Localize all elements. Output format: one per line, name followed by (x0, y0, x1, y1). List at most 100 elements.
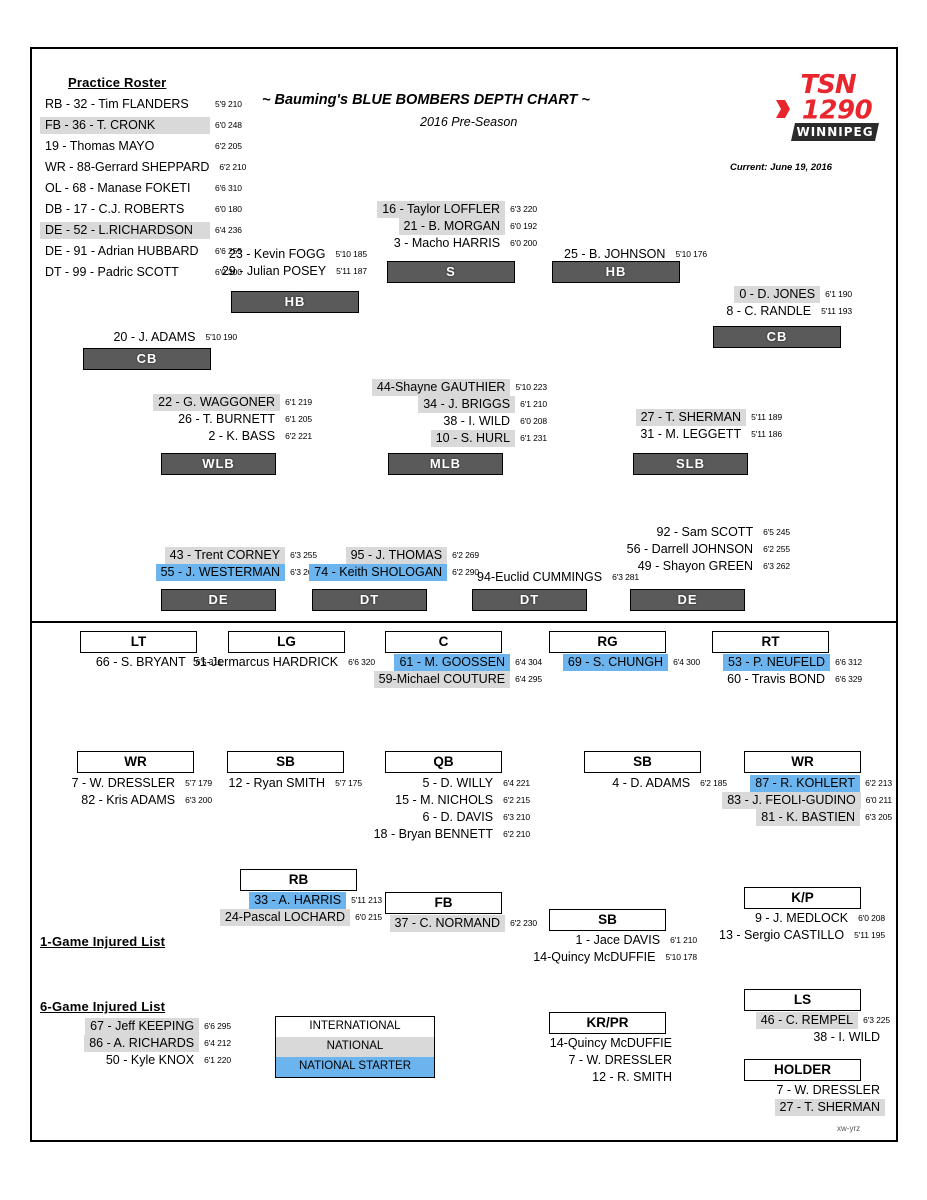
player-name: 7 - W. DRESSLER (568, 1053, 673, 1067)
position-box-sb-bottom: SB (549, 909, 666, 931)
player-row: 95 - J. THOMAS 6'2 269 (319, 547, 479, 564)
player-row: 4 - D. ADAMS 6'2 185 (567, 775, 727, 792)
player-measurements: 5'10 176 (675, 249, 707, 259)
group-safety: 16 - Taylor LOFFLER 6'3 220 21 - B. MORGAN… (377, 201, 537, 252)
player-measurements: 6'3 205 (865, 812, 892, 822)
player-row: 44-Shayne GAUTHIER 5'10 223 (371, 379, 547, 396)
position-box-kp: K/P (744, 887, 861, 909)
player-measurements: 5'11 189 (751, 412, 782, 422)
six-game-injured-title: 6-Game Injured List (40, 999, 166, 1014)
player-name: 46 - C. REMPEL (755, 1012, 859, 1029)
player-name: 50 - Kyle KNOX (105, 1053, 195, 1067)
position-box-dt-left: DT (312, 589, 427, 611)
player-row: 27 - T. SHERMAN (725, 1099, 890, 1116)
player-row: 12 - R. SMITH (542, 1069, 677, 1086)
player-name: 44-Shayne GAUTHIER (371, 379, 511, 396)
position-box-s: S (387, 261, 515, 283)
player-row: 9 - J. MEDLOCK 6'0 208 (710, 910, 885, 927)
player-row: 13 - Sergio CASTILLO 5'11 195 (710, 927, 885, 944)
player-name: 92 - Sam SCOTT (656, 525, 754, 539)
player-name: 10 - S. HURL (430, 430, 516, 447)
player-name: DE - 52 - L.RICHARDSON (40, 222, 210, 239)
player-row: 46 - C. REMPEL 6'3 225 (725, 1012, 890, 1029)
player-row: 16 - Taylor LOFFLER 6'3 220 (377, 201, 537, 218)
player-row: 7 - W. DRESSLER 5'7 179 (52, 775, 213, 792)
player-row: 55 - J. WESTERMAN 6'3 260 (155, 564, 317, 581)
player-name: 8 - C. RANDLE (726, 304, 812, 318)
legend-row-i: INTERNATIONAL (309, 1020, 401, 1032)
player-measurements: 6'4 300 (673, 657, 700, 667)
player-row: 31 - M. LEGGETT 5'11 186 (622, 426, 782, 443)
position-box-krpr: KR/PR (549, 1012, 666, 1034)
group-dt-left: 95 - J. THOMAS 6'2 269 74 - Keith SHOLOGAN… (309, 547, 479, 581)
player-name: 33 - A. HARRIS (249, 892, 347, 909)
group-de-left: 43 - Trent CORNEY 6'3 255 55 - J. WESTERMA… (155, 547, 317, 581)
player-measurements: 6'6 310 (215, 183, 242, 193)
section-divider (32, 621, 896, 623)
tsn-logo-icon: TSN 1290 WINNIPEG (772, 70, 882, 141)
player-row: 92 - Sam SCOTT 6'5 245 (620, 524, 791, 541)
player-name: 74 - Keith SHOLOGAN (309, 564, 448, 581)
position-box-ls: LS (744, 989, 861, 1011)
group-sb-left: 12 - Ryan SMITH 5'7 175 (207, 775, 363, 792)
player-name: 16 - Taylor LOFFLER (377, 201, 506, 218)
player-row: 51-Jermarcus HARDRICK 6'6 320 (193, 654, 375, 671)
player-measurements: 6'0 180 (215, 204, 242, 214)
player-name: 81 - K. BASTIEN (756, 809, 861, 826)
player-row: 20 - J. ADAMS 5'10 190 (87, 329, 237, 346)
player-measurements: 6'6 312 (835, 657, 862, 667)
player-row: 50 - Kyle KNOX 6'1 220 (36, 1052, 231, 1069)
player-row: 18 - Bryan BENNETT 6'2 210 (370, 826, 531, 843)
position-box-de-right: DE (630, 589, 745, 611)
player-name: 51-Jermarcus HARDRICK (192, 655, 339, 669)
player-row: 10 - S. HURL 6'1 231 (387, 430, 547, 447)
player-name: 6 - D. DAVIS (422, 810, 494, 824)
player-measurements: 6'2 210 (503, 829, 530, 839)
practice-roster-row: DE - 52 - L.RICHARDSON 6'4 236 (40, 220, 246, 241)
player-measurements: 6'1 205 (285, 414, 312, 424)
player-row: 24-Pascal LOCHARD 6'0 215 (217, 909, 382, 926)
position-box-rt: RT (712, 631, 829, 653)
player-name: 49 - Shayon GREEN (637, 559, 754, 573)
player-name: 7 - W. DRESSLER (71, 776, 176, 790)
player-name: 59-Michael COUTURE (373, 671, 511, 688)
player-name: 1 - Jace DAVIS (575, 933, 661, 947)
player-row: 87 - R. KOHLERT 6'2 213 (722, 775, 892, 792)
group-wr-right: 87 - R. KOHLERT 6'2 213 83 - J. FEOLI-GUDI… (722, 775, 892, 826)
player-measurements: 6'1 220 (204, 1055, 231, 1065)
player-name: RB - 32 - Tim FLANDERS (45, 97, 189, 111)
position-box-cb-right: CB (713, 326, 841, 348)
group-fb: 37 - C. NORMAND 6'2 230 (372, 915, 537, 932)
position-box-dt-right: DT (472, 589, 587, 611)
depth-chart-sheet: ~ Bauming's BLUE BOMBERS DEPTH CHART ~ 2… (30, 47, 898, 1142)
player-measurements: 6'4 236 (215, 225, 242, 235)
player-row: 21 - B. MORGAN 6'0 192 (387, 218, 537, 235)
player-measurements: 6'6 329 (835, 674, 862, 684)
practice-roster-row: FB - 36 - T. CRONK 6'0 248 (40, 115, 246, 136)
practice-roster-list: RB - 32 - Tim FLANDERS 5'9 210 FB - 36 - T… (40, 94, 246, 283)
group-wr-left: 7 - W. DRESSLER 5'7 179 82 - Kris ADAMS 6'3… (52, 775, 213, 809)
player-name: 94-Euclid CUMMINGS (477, 570, 603, 584)
player-row: 0 - D. JONES 6'1 190 (702, 286, 852, 303)
player-measurements: 6'2 255 (763, 544, 790, 554)
player-measurements: 5'11 195 (854, 930, 885, 940)
player-measurements: 6'1 219 (285, 397, 312, 407)
player-name: 0 - D. JONES (734, 286, 821, 303)
player-name: 31 - M. LEGGETT (640, 427, 742, 441)
player-name: 69 - S. CHUNGH (562, 654, 669, 671)
player-row: 86 - A. RICHARDS 6'4 212 (36, 1035, 231, 1052)
legend: INTERNATIONAL NATIONAL NATIONAL STARTER (275, 1016, 435, 1078)
player-row: 14-Quincy McDUFFIE 5'10 178 (532, 949, 697, 966)
player-name: 3 - Macho HARRIS (393, 236, 501, 250)
group-sb-mid: 4 - D. ADAMS 6'2 185 (567, 775, 727, 792)
legend-row-ns: NATIONAL STARTER (276, 1057, 434, 1077)
one-game-injured-title: 1-Game Injured List (40, 934, 166, 949)
group-ls: 46 - C. REMPEL 6'3 225 38 - I. WILD (725, 1012, 890, 1046)
group-rb: 33 - A. HARRIS 5'11 213 24-Pascal LOCHARD 6… (217, 892, 382, 926)
player-row: 6 - D. DAVIS 6'3 210 (370, 809, 530, 826)
position-box-sb-left: SB (227, 751, 344, 773)
group-lg: 51-Jermarcus HARDRICK 6'6 320 (193, 654, 375, 671)
position-box-wlb: WLB (161, 453, 276, 475)
player-measurements: 6'0 208 (520, 416, 547, 426)
group-kp: 9 - J. MEDLOCK 6'0 208 13 - Sergio CASTILL… (710, 910, 885, 944)
